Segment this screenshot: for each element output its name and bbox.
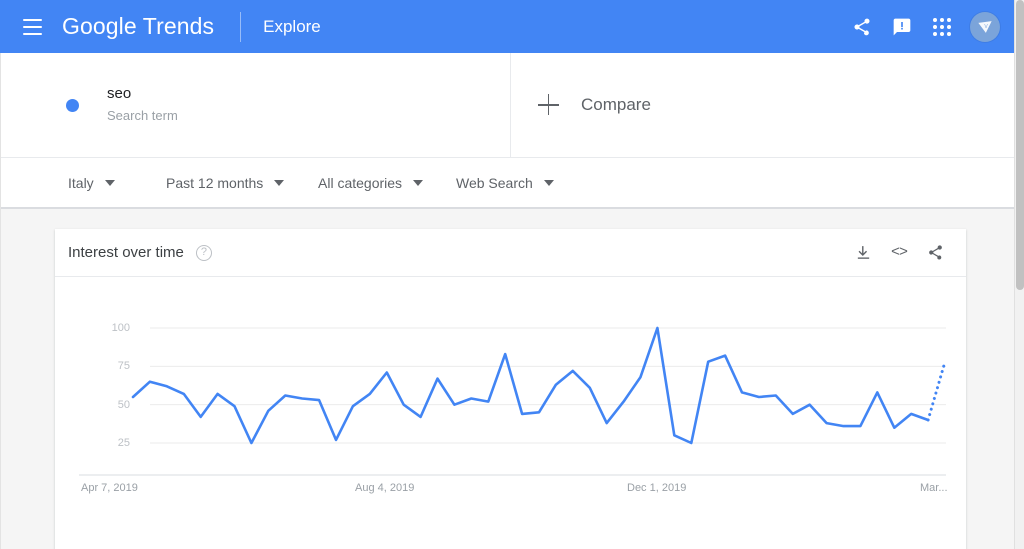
download-icon[interactable] (850, 240, 876, 266)
compare-label: Compare (581, 95, 651, 114)
page-left-edge (0, 53, 1, 549)
help-circle-icon[interactable]: ? (195, 244, 212, 261)
share-icon[interactable] (842, 7, 882, 47)
chevron-down-icon (104, 179, 115, 186)
x-axis-tick-label: Apr 7, 2019 (81, 482, 138, 494)
share-icon[interactable] (922, 240, 948, 266)
x-axis-tick-label: Dec 1, 2019 (627, 482, 687, 494)
feedback-icon[interactable] (882, 7, 922, 47)
google-trends-page: Google Trends Explore V seo Search term … (0, 0, 1024, 549)
chevron-down-icon (543, 179, 554, 186)
card-title: Interest over time (68, 244, 184, 261)
scrollbar-thumb[interactable] (1016, 0, 1024, 290)
user-avatar[interactable]: V (970, 11, 1000, 42)
plus-icon (538, 94, 560, 116)
compare-button[interactable]: Compare (511, 53, 1014, 157)
filter-all-categories[interactable]: All categories (318, 158, 424, 207)
x-axis-tick-label: Mar... (920, 482, 948, 494)
card-header: Interest over time ? <> (55, 229, 966, 277)
search-term-card[interactable]: seo Search term (0, 53, 511, 157)
brand-trends-text: Trends (142, 13, 215, 39)
filter-label: Web Search (456, 174, 533, 191)
header-divider (240, 11, 242, 42)
apps-grid-dots (933, 17, 951, 36)
search-term-text: seo Search term (107, 84, 178, 126)
search-terms-row: seo Search term Compare (0, 53, 1014, 158)
nav-explore[interactable]: Explore (263, 17, 321, 37)
apps-grid-icon[interactable] (922, 7, 962, 47)
chevron-down-icon (274, 179, 285, 186)
search-term-value: seo (107, 85, 132, 102)
chart-canvas (79, 326, 947, 476)
filter-label: Italy (68, 174, 94, 191)
chevron-down-icon (413, 179, 424, 186)
search-term-type: Search term (107, 108, 178, 123)
filter-bar: Italy Past 12 months All categories Web Sea… (0, 158, 1014, 209)
filter-label: Past 12 months (166, 174, 264, 191)
x-axis-tick-label: Aug 4, 2019 (355, 482, 415, 494)
filter-label: All categories (318, 174, 403, 191)
filter-web-search[interactable]: Web Search (456, 158, 554, 207)
filter-italy[interactable]: Italy (68, 158, 115, 207)
interest-over-time-card: Interest over time ? <> 25 50 75 100 Apr 7, … (55, 229, 966, 549)
brand-logo[interactable]: Google Trends (62, 13, 214, 40)
series-color-dot (66, 98, 79, 112)
embed-code-glyph: <> (890, 244, 908, 261)
interest-over-time-chart[interactable]: 25 50 75 100 Apr 7, 2019 Aug 4, 2019 Dec 1, 20… (55, 277, 966, 548)
app-header: Google Trends Explore V (0, 0, 1014, 53)
embed-code-icon[interactable]: <> (886, 240, 912, 266)
trend-line-partial (926, 360, 947, 422)
trend-line-solid (131, 326, 930, 445)
brand-google-text: Google (62, 13, 137, 39)
filter-past-12-months[interactable]: Past 12 months (166, 158, 285, 207)
page-scrollbar[interactable] (1014, 0, 1024, 549)
hamburger-menu-icon[interactable] (18, 13, 46, 41)
